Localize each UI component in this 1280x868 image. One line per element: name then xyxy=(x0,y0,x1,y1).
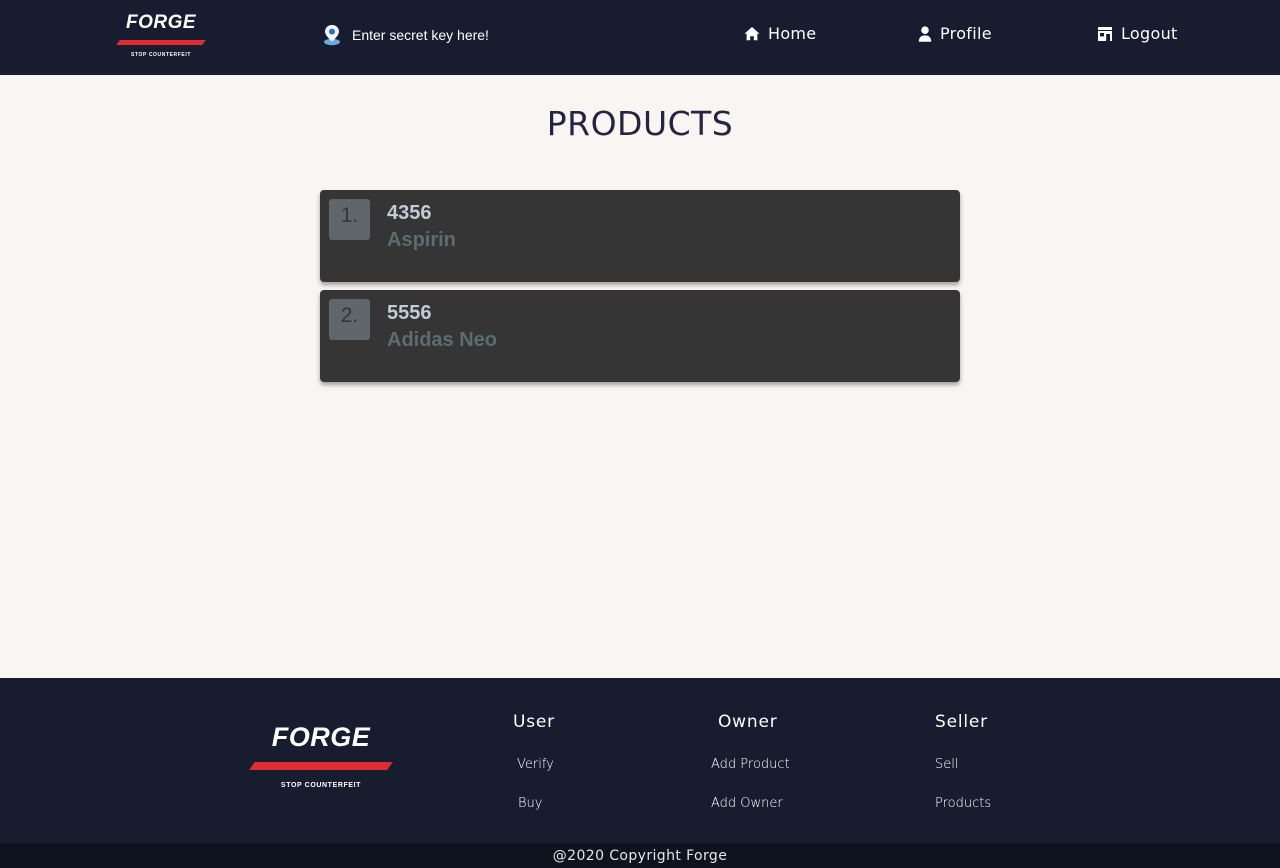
footer-link-verify[interactable]: Verify xyxy=(517,757,554,772)
footer-link-products[interactable]: Products xyxy=(935,796,991,811)
page-title: PRODUCTS xyxy=(546,104,734,143)
logo-underline-bar xyxy=(116,40,206,45)
footer-forge-logo: FORGE STOP COUNTERFEIT xyxy=(246,721,396,789)
nav-logout-label: Logout xyxy=(1121,24,1178,43)
product-id: 4356 xyxy=(387,202,432,224)
home-icon xyxy=(744,27,760,41)
logo-underline-bar xyxy=(249,762,393,770)
product-index-badge: 1. xyxy=(329,199,370,240)
logo-wordmark: FORGE xyxy=(125,12,197,33)
secret-key-label: Enter secret key here! xyxy=(352,27,489,43)
nav-home-link[interactable]: Home xyxy=(744,24,816,43)
footer-user-heading: User xyxy=(513,712,555,732)
product-card[interactable]: 1. 4356 Aspirin xyxy=(320,190,960,282)
nav-profile-label: Profile xyxy=(940,24,992,43)
product-index-badge: 2. xyxy=(329,299,370,340)
logo-tagline: STOP COUNTERFEIT xyxy=(131,52,191,58)
footer-owner-heading: Owner xyxy=(718,712,778,732)
product-name: Aspirin xyxy=(387,229,456,251)
footer-link-buy[interactable]: Buy xyxy=(518,796,542,811)
footer-link-add-owner[interactable]: Add Owner xyxy=(711,796,783,811)
copyright-bar: @2020 Copyright Forge xyxy=(0,843,1280,868)
product-name: Adidas Neo xyxy=(387,329,498,351)
footer-seller-heading: Seller xyxy=(935,712,988,732)
logo-tagline: STOP COUNTERFEIT xyxy=(280,782,362,789)
user-icon xyxy=(918,25,932,42)
nav-profile-link[interactable]: Profile xyxy=(918,24,992,43)
nav-home-label: Home xyxy=(768,24,817,43)
footer-link-add-product[interactable]: Add Product xyxy=(711,757,790,772)
product-id: 5556 xyxy=(387,302,432,324)
map-pin-icon xyxy=(324,25,340,46)
secret-key-prompt[interactable]: Enter secret key here! xyxy=(322,24,489,46)
product-card[interactable]: 2. 5556 Adidas Neo xyxy=(320,290,960,382)
nav-logout-link[interactable]: Logout xyxy=(1097,24,1178,43)
store-icon xyxy=(1098,26,1112,41)
logo-wordmark: FORGE xyxy=(271,722,371,752)
top-navbar: FORGE STOP COUNTERFEIT Enter secret key … xyxy=(0,0,1280,75)
footer-link-sell[interactable]: Sell xyxy=(935,757,958,772)
forge-logo[interactable]: FORGE STOP COUNTERFEIT xyxy=(114,12,208,58)
site-footer: FORGE STOP COUNTERFEIT User Verify Buy O… xyxy=(0,678,1280,843)
